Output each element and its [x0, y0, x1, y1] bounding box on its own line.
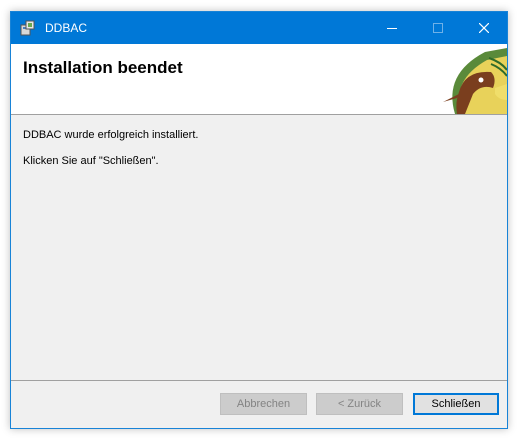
installer-app-icon: [20, 20, 35, 36]
ddbac-bird-logo: [443, 48, 507, 114]
back-button[interactable]: < Zurück: [316, 393, 403, 415]
title-bar[interactable]: DDBAC: [11, 12, 507, 44]
cancel-button[interactable]: Abbrechen: [220, 393, 307, 415]
close-icon: [479, 23, 489, 33]
window-title: DDBAC: [45, 21, 88, 35]
minimize-icon: [387, 28, 397, 29]
footer-divider: [11, 380, 507, 381]
installer-window: DDBAC Installation beendet DDBAC wurde e…: [10, 11, 508, 429]
success-message: DDBAC wurde erfolgreich installiert.: [23, 129, 199, 141]
finish-close-button[interactable]: Schließen: [413, 393, 499, 415]
maximize-icon: [433, 23, 443, 33]
minimize-button[interactable]: [369, 12, 415, 44]
close-window-button[interactable]: [461, 12, 507, 44]
maximize-button[interactable]: [415, 12, 461, 44]
instruction-message: Klicken Sie auf "Schließen".: [23, 155, 159, 167]
page-title: Installation beendet: [23, 58, 183, 77]
header-banner: Installation beendet: [11, 44, 507, 115]
